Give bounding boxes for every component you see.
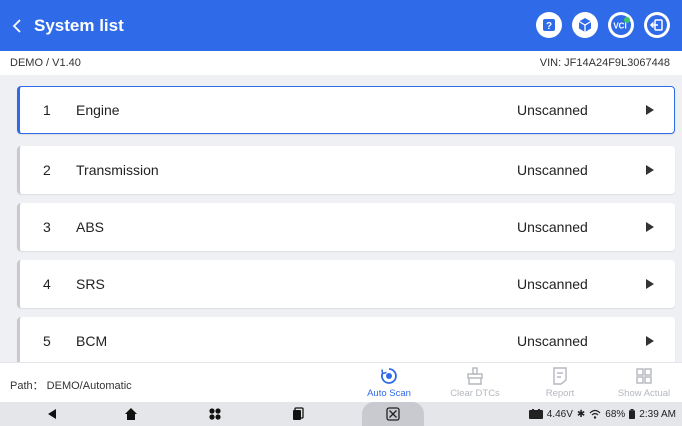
help-icon: ? xyxy=(543,19,555,32)
apps-icon xyxy=(209,408,221,420)
scan-status: Unscanned xyxy=(517,333,588,349)
show-actual-button[interactable]: Show Actual xyxy=(609,366,679,402)
system-row-abs[interactable]: 3 ABS Unscanned xyxy=(17,203,675,251)
bottom-toolbar: Path： DEMO/Automatic Auto Scan Clear DTC… xyxy=(0,362,682,402)
system-name: ABS xyxy=(76,219,105,235)
page-title: System list xyxy=(34,15,124,35)
system-navigation-bar: 4.46V ✱ 68% 2:39 AM xyxy=(0,402,682,426)
system-row-transmission[interactable]: 2 Transmission Unscanned xyxy=(17,146,675,194)
clock: 2:39 AM xyxy=(639,408,676,420)
exit-button[interactable] xyxy=(644,12,670,38)
car-scan-icon xyxy=(386,407,400,421)
play-arrow-icon[interactable] xyxy=(646,105,654,115)
bluetooth-icon: ✱ xyxy=(576,408,586,420)
navigation-path: Path： DEMO/Automatic xyxy=(10,380,132,392)
auto-scan-label: Auto Scan xyxy=(367,388,411,399)
wifi-icon xyxy=(589,409,601,419)
svg-text:VCI: VCI xyxy=(613,22,626,31)
vehicle-info-icon xyxy=(578,18,592,32)
play-arrow-icon[interactable] xyxy=(646,279,654,289)
clear-dtcs-button[interactable]: Clear DTCs xyxy=(440,366,510,402)
system-row-bcm[interactable]: 5 BCM Unscanned xyxy=(17,317,675,362)
voltage-reading: 4.46V xyxy=(546,408,573,420)
battery-icon xyxy=(629,409,636,419)
exit-icon xyxy=(647,15,667,35)
scan-status: Unscanned xyxy=(517,219,588,235)
system-row-engine[interactable]: 1 Engine Unscanned xyxy=(17,86,675,134)
vci-button[interactable]: VCI xyxy=(608,12,634,38)
nav-apps-button[interactable] xyxy=(203,402,227,426)
nav-scan-shortcut-button[interactable] xyxy=(362,402,424,426)
system-name: Engine xyxy=(76,102,120,118)
report-button[interactable]: Report xyxy=(525,366,595,402)
scan-status: Unscanned xyxy=(517,102,588,118)
app-header: System list ? VCI xyxy=(0,0,682,51)
software-version: DEMO / V1.40 xyxy=(10,57,81,69)
nav-back-button[interactable] xyxy=(40,402,64,426)
nav-recents-button[interactable] xyxy=(286,402,310,426)
row-number: 2 xyxy=(43,162,51,178)
row-number: 3 xyxy=(43,219,51,235)
report-icon xyxy=(553,367,567,385)
report-label: Report xyxy=(545,388,575,399)
grid-icon xyxy=(636,368,652,384)
auto-scan-icon xyxy=(381,368,397,384)
battery-voltage-icon xyxy=(528,409,543,419)
clear-dtcs-label: Clear DTCs xyxy=(450,388,500,399)
scan-status: Unscanned xyxy=(517,276,588,292)
system-list[interactable]: 1 Engine Unscanned 2 Transmission Unscan… xyxy=(0,75,682,362)
chevron-left-icon xyxy=(12,18,21,33)
nav-home-button[interactable] xyxy=(119,402,143,426)
home-icon xyxy=(125,408,137,420)
play-arrow-icon[interactable] xyxy=(646,222,654,232)
status-indicators: 4.46V ✱ 68% 2:39 AM xyxy=(528,402,676,426)
row-number: 4 xyxy=(43,276,51,292)
row-number: 5 xyxy=(43,333,51,349)
system-name: Transmission xyxy=(76,162,159,178)
scan-status: Unscanned xyxy=(517,162,588,178)
svg-text:?: ? xyxy=(546,21,552,32)
recents-icon xyxy=(293,407,304,420)
battery-percent: 68% xyxy=(605,408,626,420)
vin-label: VIN: JF14A24F9L3067448 xyxy=(539,57,670,69)
show-actual-label: Show Actual xyxy=(617,388,671,399)
vci-icon: VCI xyxy=(611,15,631,35)
vehicle-info-bar: DEMO / V1.40 VIN: JF14A24F9L3067448 xyxy=(0,51,682,75)
play-arrow-icon[interactable] xyxy=(646,336,654,346)
system-name: SRS xyxy=(76,276,105,292)
play-arrow-icon[interactable] xyxy=(646,165,654,175)
auto-scan-button[interactable]: Auto Scan xyxy=(354,366,424,402)
clear-dtcs-icon xyxy=(467,367,483,385)
vehicle-info-button[interactable] xyxy=(572,12,598,38)
back-button[interactable] xyxy=(0,0,34,51)
system-row-srs[interactable]: 4 SRS Unscanned xyxy=(17,260,675,308)
back-triangle-icon xyxy=(48,409,56,419)
row-number: 1 xyxy=(43,102,51,118)
system-name: BCM xyxy=(76,333,108,349)
help-button[interactable]: ? xyxy=(536,12,562,38)
